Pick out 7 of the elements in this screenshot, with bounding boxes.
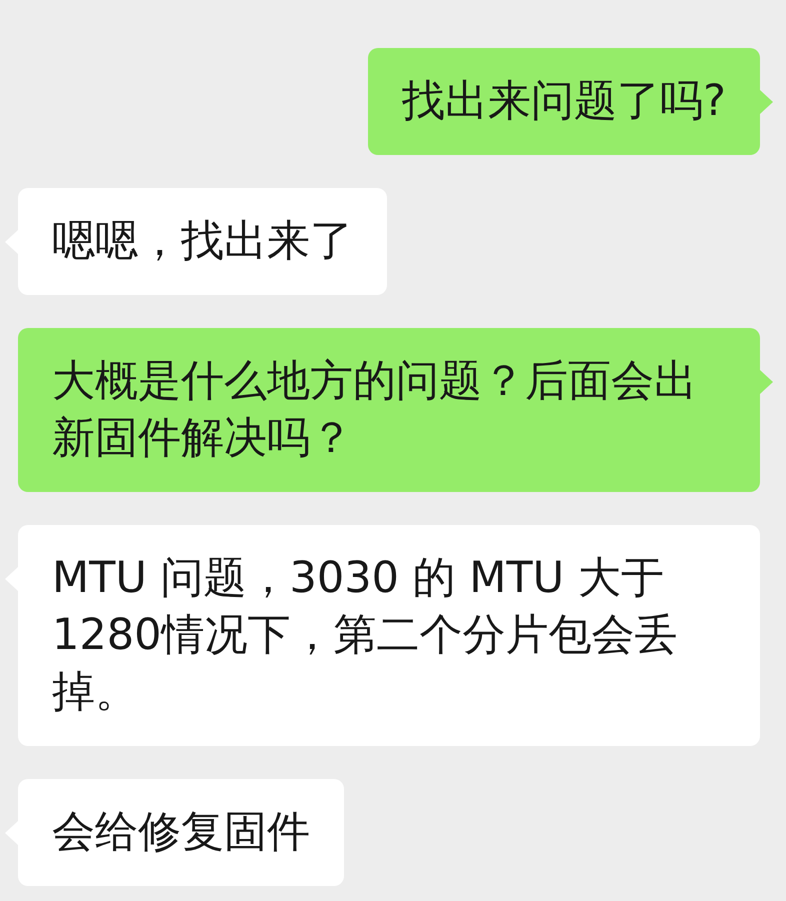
message-bubble: 大概是什么地方的问题？后面会出新固件解决吗？ (18, 328, 760, 492)
bubble-tail (760, 370, 773, 394)
message-bubble: MTU 问题，3030 的 MTU 大于 1280情况下，第二个分片包会丢掉。 (18, 525, 760, 746)
message-bubble: 嗯嗯，找出来了 (18, 188, 387, 295)
message-bubble: 找出来问题了吗? (368, 48, 760, 155)
bubble-tail (760, 90, 773, 114)
message-bubble: 会给修复固件 (18, 779, 344, 886)
